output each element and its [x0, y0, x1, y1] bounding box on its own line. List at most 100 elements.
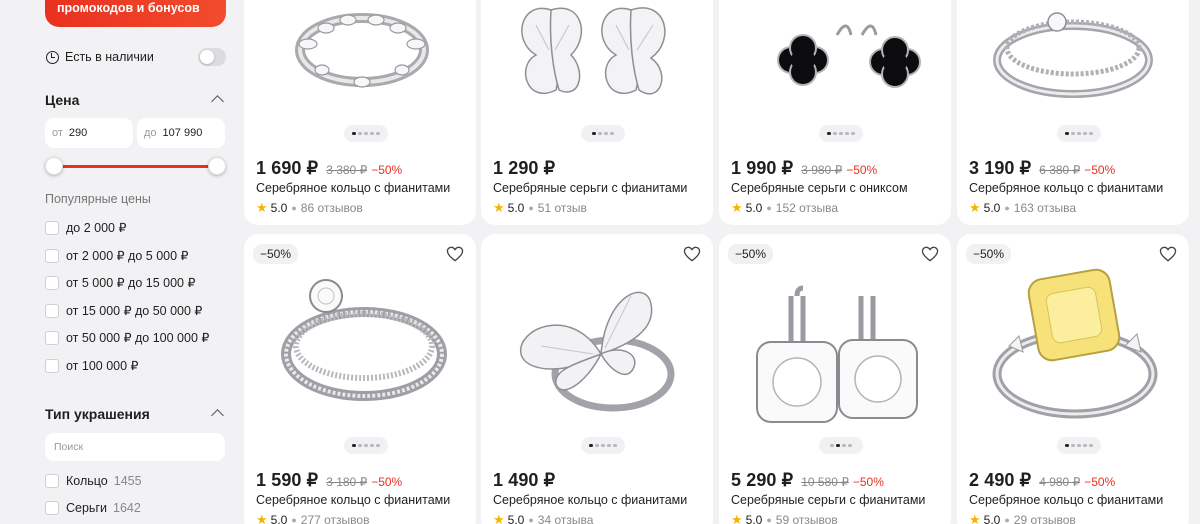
image-pager[interactable] — [1057, 437, 1101, 454]
star-icon: ★ — [256, 200, 268, 215]
chevron-up-icon[interactable] — [211, 409, 224, 422]
image-pager[interactable] — [581, 437, 625, 454]
heart-icon[interactable] — [683, 246, 701, 262]
discount: −50% — [371, 163, 403, 177]
product-card[interactable]: 1 690 ₽ 3 380 ₽ −50% Серебряное кольцо с… — [244, 0, 476, 225]
checkbox[interactable] — [45, 358, 59, 373]
option-label: от 100 000 ₽ — [66, 359, 139, 373]
solitaire-ring-icon[interactable] — [244, 234, 476, 434]
product-name[interactable]: Серебряное кольцо с фианитами — [493, 493, 687, 507]
checkbox[interactable] — [45, 303, 59, 318]
current-price: 1 690 ₽ — [256, 158, 319, 178]
image-pager[interactable] — [1057, 125, 1101, 142]
reviews-count[interactable]: 59 отзывов — [776, 513, 838, 524]
price-line: 1 590 ₽ 3 180 ₽ −50% — [256, 470, 402, 491]
popular-price-option[interactable]: от 15 000 ₽ до 50 000 ₽ — [45, 303, 202, 318]
reviews-count[interactable]: 163 отзыва — [1014, 201, 1076, 215]
rating-value: 5.0 — [270, 513, 288, 524]
discount: −50% — [846, 163, 878, 177]
ring-icon[interactable] — [957, 0, 1189, 120]
option-label: от 50 000 ₽ до 100 000 ₽ — [66, 331, 210, 345]
checkbox[interactable] — [45, 474, 59, 488]
in-stock-toggle[interactable] — [198, 48, 226, 66]
ring-icon[interactable] — [244, 0, 476, 120]
price-to-field[interactable]: до 107 990 — [137, 118, 225, 148]
price-line: 5 290 ₽ 10 580 ₽ −50% — [731, 470, 884, 491]
reviews-count[interactable]: 86 отзывов — [301, 201, 363, 215]
rating-value: 5.0 — [983, 513, 1001, 524]
reviews-count[interactable]: 29 отзывов — [1014, 513, 1076, 524]
rating-value: 5.0 — [507, 201, 525, 215]
clover-earrings-icon[interactable] — [719, 0, 951, 120]
star-icon: ★ — [969, 200, 981, 215]
popular-price-option[interactable]: от 2 000 ₽ до 5 000 ₽ — [45, 248, 188, 263]
butterfly-ring-icon[interactable] — [481, 234, 713, 434]
type-search-field[interactable] — [45, 433, 225, 461]
toggle-knob — [200, 50, 214, 64]
product-card[interactable]: −50% 1 590 ₽ 3 180 ₽ −50% Серебряное кол… — [244, 234, 476, 524]
image-pager[interactable] — [819, 437, 863, 454]
checkbox[interactable] — [45, 220, 59, 235]
product-name[interactable]: Серебряные серьги с фианитами — [731, 493, 925, 507]
current-price: 1 290 ₽ — [493, 158, 556, 178]
price-section-title[interactable]: Цена — [45, 92, 79, 108]
current-price: 1 990 ₽ — [731, 158, 794, 178]
product-name[interactable]: Серебряное кольцо с фианитами — [256, 181, 450, 195]
yellow-stone-ring-icon[interactable] — [957, 234, 1189, 434]
type-option[interactable]: Серьги 1642 — [45, 501, 141, 515]
reviews-count[interactable]: 34 отзыва — [538, 513, 594, 524]
price-to-prefix: до — [144, 127, 157, 139]
image-pager[interactable] — [819, 125, 863, 142]
rating: ★ 5.0 ● 34 отзыва — [493, 512, 593, 524]
product-card[interactable]: −50% 5 290 ₽ 10 580 ₽ −50% Серебряные се… — [719, 234, 951, 524]
heart-icon[interactable] — [921, 246, 939, 262]
product-name[interactable]: Серебряное кольцо с фианитами — [256, 493, 450, 507]
price-to-value: 107 990 — [162, 127, 203, 139]
product-card[interactable]: −50% 2 490 ₽ 4 980 ₽ −50% Серебряное кол… — [957, 234, 1189, 524]
rating: ★ 5.0 ● 59 отзывов — [731, 512, 838, 524]
in-stock-filter[interactable]: Есть в наличии — [46, 48, 226, 66]
popular-price-option[interactable]: от 100 000 ₽ — [45, 358, 139, 373]
image-pager[interactable] — [581, 125, 625, 142]
checkbox[interactable] — [45, 330, 59, 345]
promo-text: промокодов и бонусов — [57, 1, 200, 15]
product-name[interactable]: Серебряное кольцо с фианитами — [969, 181, 1163, 195]
price-from-field[interactable]: от 290 — [45, 118, 133, 148]
halo-earrings-icon[interactable] — [719, 234, 951, 434]
rating: ★ 5.0 ● 29 отзывов — [969, 512, 1076, 524]
image-pager[interactable] — [344, 437, 388, 454]
popular-price-option[interactable]: от 50 000 ₽ до 100 000 ₽ — [45, 330, 209, 345]
checkbox[interactable] — [45, 275, 59, 290]
product-name[interactable]: Серебряное кольцо с фианитами — [969, 493, 1163, 507]
product-card[interactable]: 1 490 ₽ Серебряное кольцо с фианитами ★ … — [481, 234, 713, 524]
price-slider-track[interactable] — [54, 165, 217, 168]
jewelry-type-title[interactable]: Тип украшения — [45, 406, 150, 422]
butterfly-earrings-icon[interactable] — [481, 0, 713, 120]
popular-price-option[interactable]: до 2 000 ₽ — [45, 220, 126, 235]
price-line: 1 490 ₽ — [493, 470, 555, 491]
current-price: 1 590 ₽ — [256, 470, 319, 490]
product-card[interactable]: 3 190 ₽ 6 380 ₽ −50% Серебряное кольцо с… — [957, 0, 1189, 225]
price-slider-min-handle[interactable] — [45, 157, 63, 175]
product-card[interactable]: 1 990 ₽ 3 980 ₽ −50% Серебряные серьги с… — [719, 0, 951, 225]
promo-banner[interactable]: промокодов и бонусов — [45, 0, 226, 27]
product-card[interactable]: 1 290 ₽ Серебряные серьги с фианитами ★ … — [481, 0, 713, 225]
separator-dot: ● — [291, 203, 297, 213]
checkbox[interactable] — [45, 248, 59, 263]
reviews-count[interactable]: 152 отзыва — [776, 201, 838, 215]
discount-badge: −50% — [966, 244, 1012, 264]
product-name[interactable]: Серебряные серьги с ониксом — [731, 181, 908, 195]
heart-icon[interactable] — [1159, 246, 1177, 262]
type-search-input[interactable] — [54, 441, 214, 453]
reviews-count[interactable]: 51 отзыв — [538, 201, 587, 215]
heart-icon[interactable] — [446, 246, 464, 262]
option-label: Серьги — [66, 501, 107, 515]
price-slider-max-handle[interactable] — [208, 157, 226, 175]
image-pager[interactable] — [344, 125, 388, 142]
popular-price-option[interactable]: от 5 000 ₽ до 15 000 ₽ — [45, 275, 195, 290]
type-option[interactable]: Кольцо 1455 — [45, 474, 142, 488]
chevron-up-icon[interactable] — [211, 95, 224, 108]
product-name[interactable]: Серебряные серьги с фианитами — [493, 181, 687, 195]
reviews-count[interactable]: 277 отзывов — [301, 513, 370, 524]
checkbox[interactable] — [45, 501, 59, 515]
